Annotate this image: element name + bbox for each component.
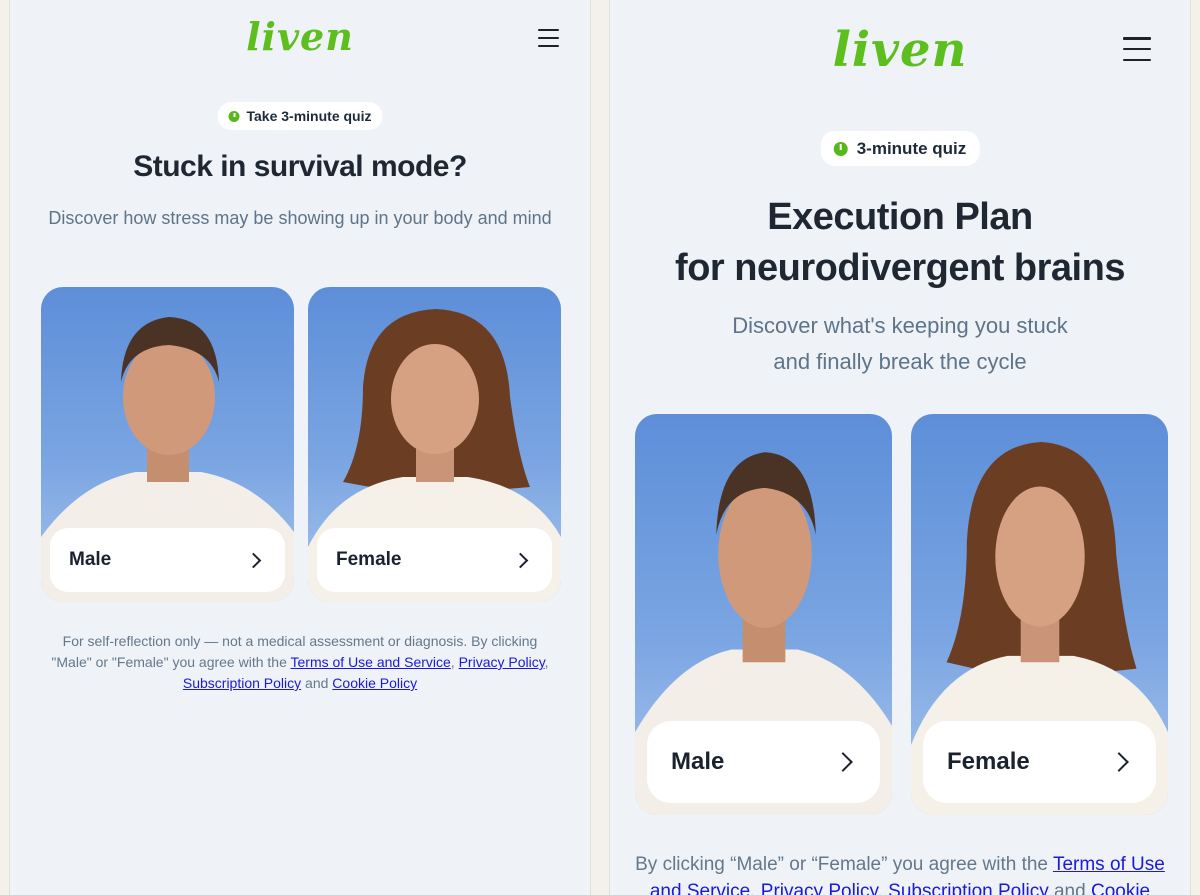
page-subtitle-line: and finally break the cycle <box>773 349 1027 374</box>
male-button-label: Male <box>671 748 725 775</box>
page-title-line: Execution Plan <box>767 196 1033 238</box>
legal-separator: , <box>750 881 761 895</box>
hamburger-menu-icon[interactable] <box>538 29 559 47</box>
male-button[interactable]: Male <box>647 721 880 803</box>
page-title: Execution Plan for neurodivergent brains <box>610 192 1190 294</box>
liven-logo[interactable]: liven <box>610 22 1190 78</box>
male-option-card[interactable]: Male <box>635 414 892 815</box>
female-option-card[interactable]: Female <box>911 414 1168 815</box>
female-button[interactable]: Female <box>317 528 552 592</box>
page-title-line: for neurodivergent brains <box>675 247 1125 289</box>
mobile-screen-survival-mode: liven Take 3-minute quiz Stuck in surviv… <box>9 0 591 895</box>
chevron-right-icon <box>1109 752 1129 772</box>
quiz-badge: 3-minute quiz <box>820 131 980 166</box>
legal-separator: , <box>450 654 459 670</box>
liven-logo[interactable]: liven <box>10 14 590 59</box>
subscription-link[interactable]: Subscription Policy <box>888 881 1049 895</box>
privacy-link[interactable]: Privacy Policy <box>459 654 545 670</box>
legal-separator: and <box>1048 881 1091 895</box>
stopwatch-icon <box>228 110 240 122</box>
male-option-card[interactable]: Male <box>41 287 294 602</box>
page-subtitle-line: Discover what's keeping you stuck <box>732 313 1068 338</box>
subscription-link[interactable]: Subscription Policy <box>183 675 301 691</box>
chevron-right-icon <box>245 552 262 568</box>
female-button-label: Female <box>336 549 402 570</box>
mobile-screen-execution-plan: liven 3-minute quiz Execution Plan for n… <box>609 0 1191 895</box>
legal-separator: , <box>544 654 549 670</box>
legal-separator: , <box>877 881 889 895</box>
cookie-link[interactable]: Cookie <box>1091 881 1150 895</box>
quiz-badge: Take 3-minute quiz <box>217 102 383 130</box>
legal-separator: and <box>301 675 333 691</box>
page-title: Stuck in survival mode? <box>133 150 467 183</box>
privacy-link[interactable]: Privacy Policy <box>761 881 878 895</box>
quiz-badge-label: Take 3-minute quiz <box>246 108 372 124</box>
female-option-card[interactable]: Female <box>308 287 561 602</box>
male-button[interactable]: Male <box>50 528 285 592</box>
page-subtitle: Discover what's keeping you stuck and fi… <box>640 308 1160 380</box>
legal-disclaimer: For self-reflection only — not a medical… <box>44 631 556 694</box>
stopwatch-icon <box>833 141 848 156</box>
page-subtitle: Discover how stress may be showing up in… <box>48 208 552 228</box>
legal-text: By clicking “Male” or “Female” you agree… <box>635 854 1053 875</box>
cookie-link[interactable]: Cookie Policy <box>332 675 417 691</box>
terms-link[interactable]: Terms of Use and Service <box>291 654 451 670</box>
female-button[interactable]: Female <box>923 721 1156 803</box>
male-button-label: Male <box>69 549 112 570</box>
hamburger-menu-icon[interactable] <box>1123 37 1151 61</box>
female-button-label: Female <box>947 748 1030 775</box>
chevron-right-icon <box>833 752 853 772</box>
chevron-right-icon <box>512 552 529 568</box>
quiz-badge-label: 3-minute quiz <box>856 138 967 158</box>
legal-disclaimer: By clicking “Male” or “Female” you agree… <box>630 851 1170 895</box>
